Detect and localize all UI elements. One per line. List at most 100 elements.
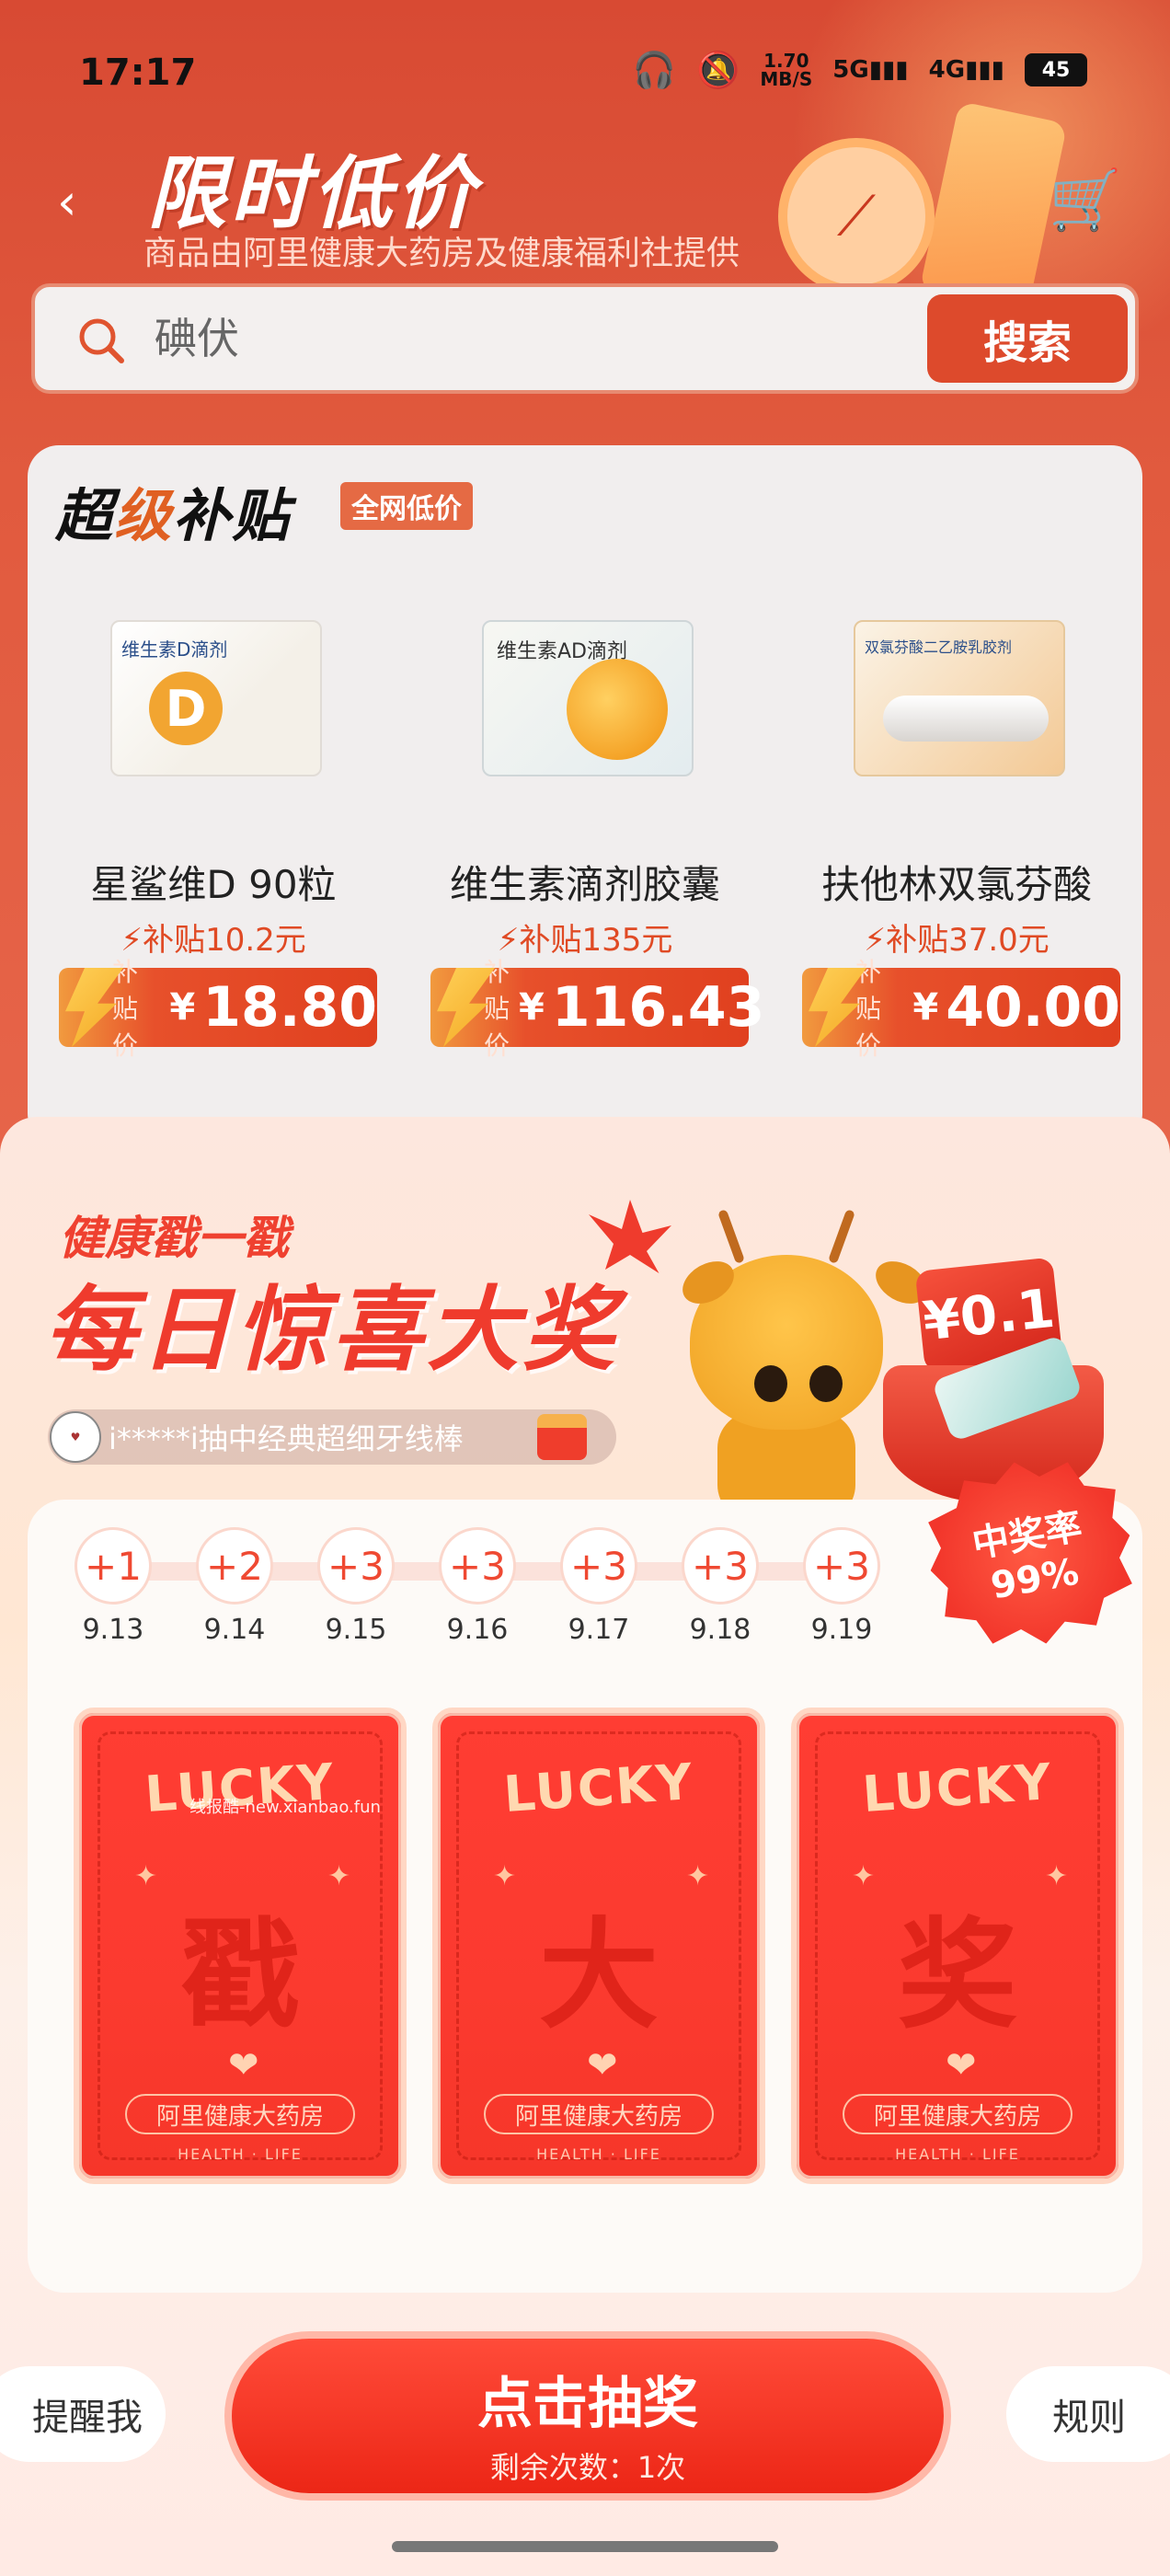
product-image: 维生素D滴剂 D xyxy=(110,620,322,776)
search-input[interactable] xyxy=(155,309,798,368)
checkin-day: +3 9.17 xyxy=(557,1527,640,1646)
vitamin-d-icon: D xyxy=(149,672,223,745)
currency-symbol: ¥ xyxy=(519,986,545,1029)
heart-icon: ❤ xyxy=(946,2044,977,2087)
product-name: 星鲨维D 90粒 xyxy=(90,862,337,907)
lucky-char: 大 xyxy=(538,1905,659,2045)
cart-icon[interactable]: 🛒 xyxy=(1049,166,1122,235)
price-value: 18.80 xyxy=(202,975,377,1040)
mascot-eye xyxy=(809,1365,843,1402)
deer-mascot xyxy=(671,1209,935,1522)
checkin-date: 9.15 xyxy=(325,1614,387,1646)
lucky-char: 戳 xyxy=(179,1905,300,2045)
product-image-text: 维生素D滴剂 xyxy=(121,638,228,661)
remaining-count: 剩余次数：1次 xyxy=(489,2449,686,2485)
rules-button[interactable]: 规则 xyxy=(1006,2366,1170,2462)
lucky-card[interactable]: LUCKY ✦ ✦ 大 ❤ 阿里健康大药房 HEALTH · LIFE xyxy=(432,1708,765,2184)
net1-label: 5G xyxy=(832,56,869,84)
search-button[interactable]: 搜索 xyxy=(927,294,1128,383)
avatar: ♥ xyxy=(50,1411,101,1463)
checkin-date: 9.17 xyxy=(568,1614,630,1646)
cream-tube-icon xyxy=(883,696,1049,742)
price-tag[interactable]: 补贴价 ¥ 40.00 xyxy=(802,957,1120,1061)
super-subsidy-section: 超级补贴 全网低价 维生素D滴剂 D 星鲨维D 90粒 ⚡补贴10.2元 补贴价… xyxy=(28,445,1142,1144)
alarm-clock-icon: ⟋ xyxy=(778,138,935,294)
mute-bell-icon: 🔕 xyxy=(696,50,740,90)
checkin-date: 9.18 xyxy=(689,1614,751,1646)
product-name: 扶他林双氯芬酸 xyxy=(820,862,1092,907)
card-brand: 阿里健康大药房 xyxy=(484,2094,714,2134)
product-list: 维生素D滴剂 D 星鲨维D 90粒 ⚡补贴10.2元 补贴价 ¥ 18.80 维… xyxy=(28,602,1142,1080)
4g-signal-icon: 4G▮▮▮ xyxy=(928,56,1004,84)
lucky-card[interactable]: LUCKY ✦ ✦ 戳 ❤ 阿里健康大药房 HEALTH · LIFE xyxy=(74,1708,407,2184)
checkin-day: +3 9.15 xyxy=(315,1527,397,1646)
5g-signal-icon: 5G▮▮▮ xyxy=(832,56,909,84)
checkin-bonus: +3 xyxy=(560,1527,637,1604)
status-bar: 17:17 🎧 🔕 1.70 MB/S 5G▮▮▮ 4G▮▮▮ 45 xyxy=(0,46,1170,101)
checkin-day: +2 9.14 xyxy=(193,1527,276,1646)
card-footer: HEALTH · LIFE xyxy=(536,2145,661,2163)
product-subsidy: ⚡补贴10.2元 xyxy=(120,922,306,959)
price-value: 116.43 xyxy=(551,975,765,1040)
price-tag[interactable]: 补贴价 ¥ 116.43 xyxy=(430,957,764,1061)
product-subsidy: ⚡补贴37.0元 xyxy=(864,922,1050,959)
checkin-day: +3 9.19 xyxy=(800,1527,883,1646)
lucky-card[interactable]: LUCKY ✦ ✦ 奖 ❤ 阿里健康大药房 HEALTH · LIFE xyxy=(791,1708,1124,2184)
net2-label: 4G xyxy=(928,56,966,84)
orange-icon xyxy=(567,659,668,760)
checkin-date: 9.16 xyxy=(446,1614,509,1646)
checkin-bonus: +1 xyxy=(75,1527,152,1604)
checkin-day: +3 9.18 xyxy=(679,1527,762,1646)
product-image: 双氯芬酸二乙胺乳胶剂 xyxy=(854,620,1065,776)
checkin-date: 9.13 xyxy=(82,1614,144,1646)
card-footer: HEALTH · LIFE xyxy=(895,2145,1020,2163)
winner-text: i*****i抽中经典超细牙线棒 xyxy=(109,1421,464,1456)
currency-symbol: ¥ xyxy=(912,986,939,1029)
product-card[interactable]: 维生素D滴剂 D 星鲨维D 90粒 ⚡补贴10.2元 补贴价 ¥ 18.80 xyxy=(28,602,399,1080)
checkin-date: 9.19 xyxy=(810,1614,873,1646)
heart-icon: ❤ xyxy=(228,2044,259,2087)
remind-me-button[interactable]: 提醒我 xyxy=(0,2366,166,2462)
network-speed: 1.70 MB/S xyxy=(760,52,812,88)
checkin-bonus: +3 xyxy=(803,1527,880,1604)
mascot-eye xyxy=(754,1365,787,1402)
subsidy-title-part-c: 补贴 xyxy=(173,482,292,549)
product-card[interactable]: 维生素AD滴剂 维生素滴剂胶囊 ⚡补贴135元 补贴价 ¥ 116.43 xyxy=(399,602,771,1080)
status-icons: 🎧 🔕 1.70 MB/S 5G▮▮▮ 4G▮▮▮ 45 xyxy=(633,52,1087,88)
mascot-ear xyxy=(675,1252,741,1313)
product-name: 维生素滴剂胶囊 xyxy=(449,862,720,907)
battery-icon: 45 xyxy=(1025,53,1087,86)
lowest-price-badge: 全网低价 xyxy=(340,482,473,530)
back-button[interactable]: ‹ xyxy=(57,173,77,231)
home-indicator[interactable] xyxy=(392,2541,778,2552)
checkin-bonus: +2 xyxy=(196,1527,273,1604)
sheet-title: 每日惊喜大奖 xyxy=(44,1276,618,1384)
page-subtitle: 商品由阿里健康大药房及健康福利社提供 xyxy=(143,235,740,272)
headphones-icon: 🎧 xyxy=(632,50,677,90)
lucky-char: 奖 xyxy=(897,1905,1017,2045)
card-footer: HEALTH · LIFE xyxy=(178,2145,303,2163)
checkin-day: +3 9.16 xyxy=(436,1527,519,1646)
subsidy-title: 超级补贴 xyxy=(55,469,291,552)
price-value: 40.00 xyxy=(946,975,1120,1040)
status-time: 17:17 xyxy=(79,52,197,94)
watermark: 线报酷-new.xianbao.fun xyxy=(189,1798,381,1817)
heart-icon: ❤ xyxy=(587,2044,618,2087)
mascot-head xyxy=(675,1252,935,1430)
antler-icon xyxy=(828,1209,855,1264)
checkin-date: 9.14 xyxy=(203,1614,266,1646)
red-packet-gift: ¥0.1 xyxy=(883,1218,1113,1503)
search-bar: 搜索 xyxy=(31,283,1139,394)
draw-label: 点击抽奖 xyxy=(477,2371,698,2436)
draw-button[interactable]: 点击抽奖 剩余次数：1次 xyxy=(224,2331,951,2501)
checkin-day: +1 9.13 xyxy=(72,1527,155,1646)
product-card[interactable]: 双氯芬酸二乙胺乳胶剂 扶他林双氯芬酸 ⚡补贴37.0元 补贴价 ¥ 40.00 xyxy=(771,602,1142,1080)
product-image: 维生素AD滴剂 xyxy=(482,620,694,776)
subsidy-title-part-a: 超 xyxy=(55,482,115,549)
speed-unit: MB/S xyxy=(760,68,813,90)
product-subsidy: ⚡补贴135元 xyxy=(497,922,673,959)
card-brand: 阿里健康大药房 xyxy=(125,2094,355,2134)
product-image-text: 双氯芬酸二乙胺乳胶剂 xyxy=(865,638,1013,656)
checkin-bonus: +3 xyxy=(682,1527,759,1604)
price-tag[interactable]: 补贴价 ¥ 18.80 xyxy=(59,957,377,1061)
